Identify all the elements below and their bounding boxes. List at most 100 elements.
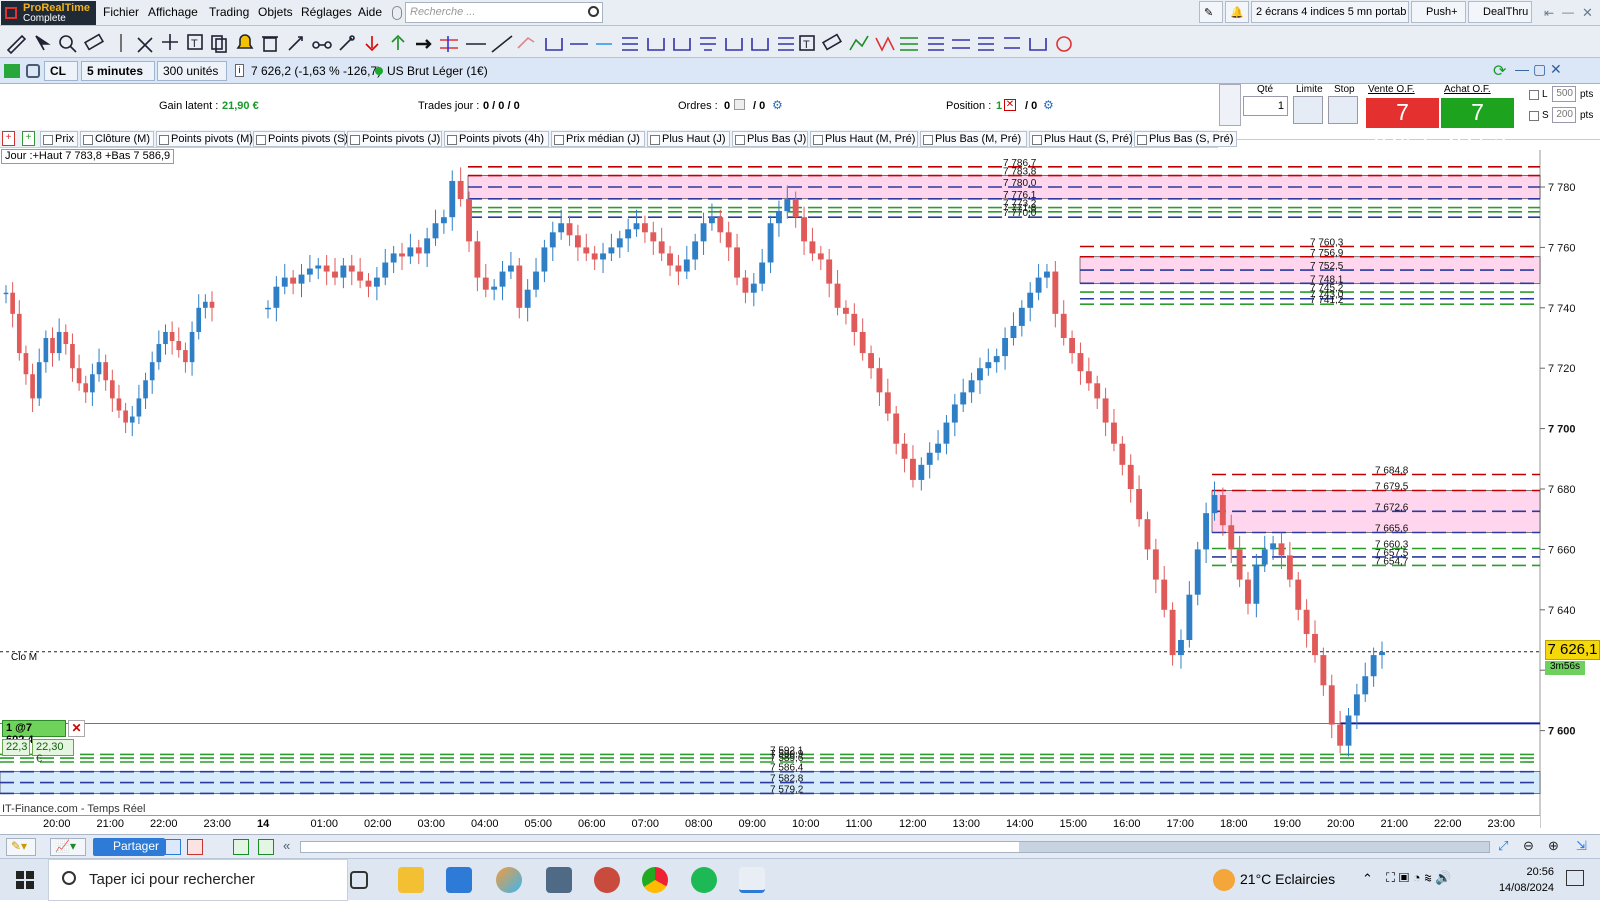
position-close-icon[interactable]: ✕ bbox=[1004, 99, 1016, 111]
chart-type-icon[interactable] bbox=[4, 64, 20, 78]
notifications-icon[interactable] bbox=[1566, 870, 1584, 886]
indicator-toggle-8[interactable]: Plus Bas (J) bbox=[732, 131, 808, 147]
add-indicator-icon[interactable]: + bbox=[2, 131, 15, 146]
orders-cancel-icon[interactable] bbox=[734, 99, 745, 110]
s-pts-input[interactable]: 200 bbox=[1552, 107, 1576, 123]
watchlist-icon[interactable] bbox=[165, 839, 181, 855]
candle-b-body-119 bbox=[1261, 549, 1268, 565]
weather-text[interactable]: 21°C Eclaircies bbox=[1240, 871, 1335, 887]
stop-order-button[interactable] bbox=[1328, 96, 1358, 124]
chart-maximize-icon[interactable]: ▢ bbox=[1533, 61, 1546, 78]
candle-b-body-86 bbox=[985, 362, 992, 369]
close-position-icon[interactable]: ✕ bbox=[68, 720, 85, 737]
time-scrollbar[interactable] bbox=[300, 841, 1490, 853]
task-view-icon[interactable] bbox=[350, 871, 368, 889]
buy-button[interactable]: 7 627,5 bbox=[1441, 98, 1514, 152]
orders-list-icon[interactable] bbox=[187, 839, 203, 855]
taskbar-clock[interactable]: 20:56 14/08/2024 bbox=[1494, 864, 1554, 896]
drawing-tools-strip[interactable]: T T bbox=[0, 26, 1100, 58]
indicator-toggle-12[interactable]: Plus Bas (S, Pré) bbox=[1134, 131, 1237, 147]
indicator-toggle-0[interactable]: Prix bbox=[40, 131, 78, 147]
indicator-toggle-9[interactable]: Plus Haut (M, Pré) bbox=[810, 131, 918, 147]
position-sep: / 0 bbox=[1025, 100, 1038, 112]
price-chart[interactable]: 7 786,77 783,87 780,07 776,17 773,27 771… bbox=[0, 150, 1600, 828]
pen-menu-icon[interactable]: ✎▾ bbox=[6, 838, 36, 856]
mushroom-app-icon[interactable] bbox=[594, 867, 620, 893]
info-icon[interactable]: i bbox=[235, 64, 244, 77]
indicator-toggle-2[interactable]: Points pivots (M) bbox=[156, 131, 253, 147]
indicator-toggle-11[interactable]: Plus Haut (S, Pré) bbox=[1029, 131, 1133, 147]
mail-icon[interactable] bbox=[446, 867, 472, 893]
windows-start-icon[interactable] bbox=[16, 871, 34, 889]
screener-icon[interactable] bbox=[233, 839, 249, 855]
close-icon[interactable]: ✕ bbox=[1582, 5, 1593, 21]
calculator-icon[interactable] bbox=[546, 867, 572, 893]
indicator-toggle-7[interactable]: Plus Haut (J) bbox=[647, 131, 730, 147]
link-icon[interactable] bbox=[26, 64, 40, 78]
window-back-icon[interactable]: ⇤ bbox=[1544, 6, 1554, 20]
add-signal-icon[interactable]: + bbox=[22, 131, 35, 146]
zoom-reset-icon[interactable]: ⤢ bbox=[1498, 838, 1508, 854]
indicator-toggle-4[interactable]: Points pivots (J) bbox=[347, 131, 442, 147]
tray-expand-icon[interactable]: ⌃ bbox=[1362, 871, 1373, 887]
search-icon[interactable] bbox=[588, 6, 599, 17]
alert-bell-icon[interactable]: 🔔 bbox=[1225, 1, 1249, 23]
search-input[interactable]: Recherche ... bbox=[405, 2, 603, 23]
l-pts-input[interactable]: 500 bbox=[1552, 86, 1576, 102]
chart-close-icon[interactable]: ✕ bbox=[1550, 61, 1562, 78]
backtest-icon[interactable] bbox=[258, 839, 274, 855]
candle-b-body-89 bbox=[1010, 325, 1017, 338]
units-selector[interactable]: 300 unités bbox=[157, 61, 227, 81]
sell-button[interactable]: 7 624,7 bbox=[1366, 98, 1439, 152]
tray-icons[interactable]: ⛶ ▣ ◔ ≋ 🔊 bbox=[1386, 870, 1452, 886]
candle-a-body-19 bbox=[129, 416, 135, 423]
position-settings-icon[interactable]: ⚙ bbox=[1043, 98, 1054, 112]
menu-affichage[interactable]: Affichage bbox=[148, 5, 198, 19]
push-plus-button[interactable]: Push+ bbox=[1411, 1, 1466, 23]
timeframe-selector[interactable]: 5 minutes bbox=[81, 61, 155, 81]
dealthru-button[interactable]: DealThru bbox=[1468, 1, 1532, 23]
orders-settings-icon[interactable]: ⚙ bbox=[772, 98, 783, 112]
limit-order-button[interactable] bbox=[1293, 96, 1323, 124]
workspace-selector[interactable]: 2 écrans 4 indices 5 mn portab bbox=[1251, 1, 1409, 23]
scrollbar-thumb[interactable] bbox=[1019, 842, 1489, 852]
prorealtime-taskbar-icon[interactable] bbox=[739, 867, 765, 893]
indicator-toggle-3[interactable]: Points pivots (S) bbox=[253, 131, 348, 147]
zoom-out-icon[interactable]: ⊖ bbox=[1523, 838, 1534, 854]
candle-b-body-97 bbox=[1077, 353, 1084, 372]
scroll-arrows-icon[interactable] bbox=[392, 6, 402, 20]
scroll-start-icon[interactable]: « bbox=[283, 838, 290, 853]
s-checkbox[interactable] bbox=[1529, 111, 1539, 121]
chart-minimize-icon[interactable]: — bbox=[1515, 61, 1529, 77]
pen-tool-icon[interactable]: ✎ bbox=[1199, 1, 1223, 23]
candle-b-body-30 bbox=[516, 265, 523, 308]
menu-aide[interactable]: Aide bbox=[358, 5, 382, 19]
refresh-icon[interactable]: ⟳ bbox=[1493, 61, 1513, 81]
order-tools-icon[interactable] bbox=[1219, 84, 1241, 126]
fit-chart-icon[interactable]: ⇲ bbox=[1576, 838, 1587, 854]
share-button[interactable]: Partager bbox=[93, 838, 166, 856]
menu-objets[interactable]: Objets bbox=[258, 5, 293, 19]
l-checkbox[interactable] bbox=[1529, 90, 1539, 100]
open-position-box[interactable]: 1 @7 602,4 bbox=[2, 720, 66, 746]
indicator-toggle-5[interactable]: Points pivots (4h) bbox=[444, 131, 549, 147]
qty-input[interactable]: 1 bbox=[1243, 96, 1288, 116]
menu-fichier[interactable]: Fichier bbox=[103, 5, 139, 19]
chart-style-icon[interactable]: 📈▾ bbox=[50, 838, 86, 856]
x-tick-label-25: 21:00 bbox=[1380, 818, 1409, 830]
minimize-icon[interactable]: — bbox=[1562, 5, 1574, 19]
firefox-icon[interactable] bbox=[496, 867, 522, 893]
candle-b-body-16 bbox=[399, 253, 405, 257]
file-explorer-icon[interactable] bbox=[398, 867, 424, 893]
taskbar-search-input[interactable]: Taper ici pour rechercher bbox=[48, 859, 348, 901]
indicator-toggle-10[interactable]: Plus Bas (M, Pré) bbox=[920, 131, 1027, 147]
indicator-toggle-1[interactable]: Clôture (M) bbox=[80, 131, 154, 147]
zoom-in-icon[interactable]: ⊕ bbox=[1548, 838, 1559, 854]
spotify-icon[interactable] bbox=[691, 867, 717, 893]
indicator-toggle-6[interactable]: Prix médian (J) bbox=[551, 131, 645, 147]
menu-trading[interactable]: Trading bbox=[209, 5, 249, 19]
ticker-selector[interactable]: CL bbox=[44, 61, 78, 81]
menu-reglages[interactable]: Réglages bbox=[301, 5, 352, 19]
candle-b-body-11 bbox=[357, 271, 364, 281]
chrome-icon[interactable] bbox=[642, 867, 668, 893]
